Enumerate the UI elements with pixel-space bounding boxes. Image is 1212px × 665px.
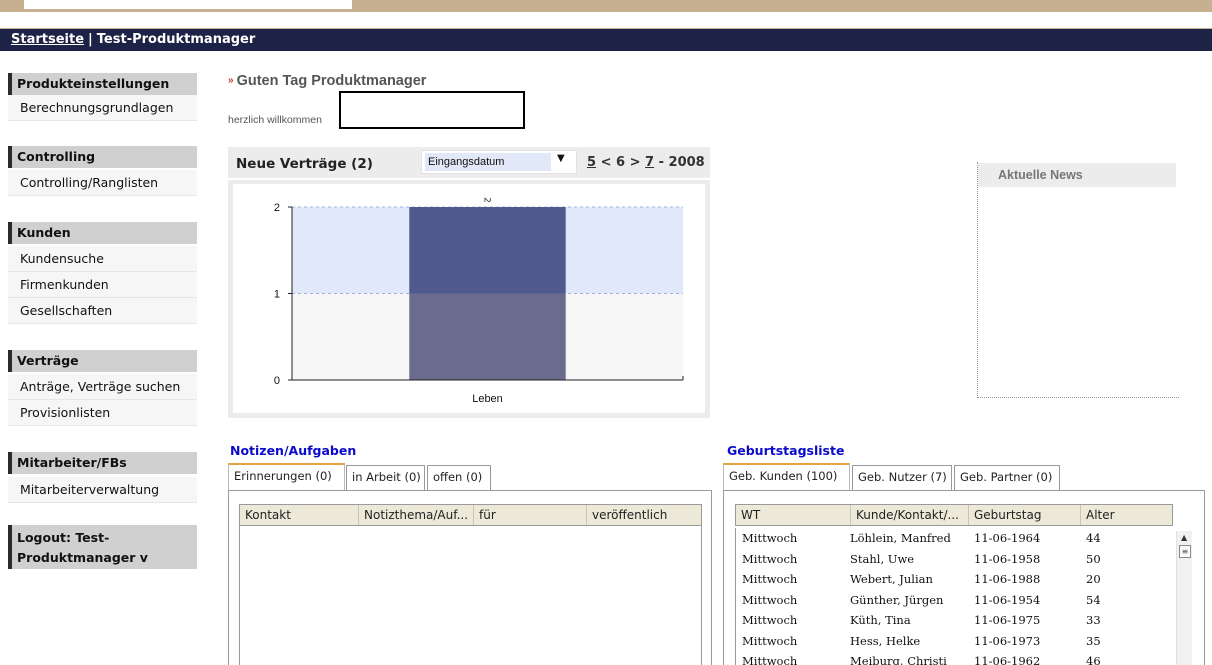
sidebar-group-controlling[interactable]: Controlling (8, 146, 197, 168)
table-row[interactable]: Mittwoch Webert, Julian 11-06-1988 20 (736, 569, 1173, 590)
redacted-name-box (339, 91, 525, 129)
sidebar-item-controlling-ranglisten[interactable]: Controlling/Ranglisten (8, 170, 197, 196)
column-header-kontakt[interactable]: Kontakt (240, 505, 359, 525)
breadcrumb-current: Test-Produktmanager (96, 32, 256, 47)
sidebar-group-produkteinstellungen[interactable]: Produkteinstellungen (8, 73, 197, 95)
column-header-geburtstag[interactable]: Geburtstag (969, 505, 1081, 525)
sidebar-group-kunden[interactable]: Kunden (8, 222, 197, 244)
birthdays-title: Geburtstagsliste (727, 443, 845, 458)
news-panel (977, 162, 1179, 398)
table-row[interactable]: Mittwoch Küth, Tina 11-06-1975 33 (736, 610, 1173, 631)
bar (409, 207, 566, 294)
birthdays-table-header: WT Kunde/Kontakt/... Geburtstag Alter (735, 504, 1173, 526)
page-title: » Guten Tag Produktmanager (228, 73, 426, 89)
sidebar-item-mitarbeiterverwaltung[interactable]: Mitarbeiterverwaltung (8, 477, 197, 503)
top-tab-gap (24, 0, 352, 9)
table-row[interactable]: Mittwoch Günther, Jürgen 11-06-1954 54 (736, 590, 1173, 611)
sidebar-item-kundensuche[interactable]: Kundensuche (8, 246, 197, 272)
data-label: 2 (482, 197, 492, 203)
sidebar-group-vertraege[interactable]: Verträge (8, 350, 197, 372)
scroll-up-icon[interactable]: ▲ (1181, 533, 1187, 542)
sidebar-item-provisionlisten[interactable]: Provisionlisten (8, 400, 197, 426)
current-month: 6 (616, 155, 626, 170)
sidebar-item-gesellschaften[interactable]: Gesellschaften (8, 298, 197, 324)
year-label: - 2008 (658, 155, 705, 170)
logout-button[interactable]: Logout: Test- Produktmanager v (8, 525, 197, 569)
table-row[interactable]: Mittwoch Meiburg, Christi 11-06-1962 46 (736, 651, 1173, 665)
tab-erinnerungen[interactable]: Erinnerungen (0) (228, 463, 345, 490)
tab-geb-kunden[interactable]: Geb. Kunden (100) (723, 463, 850, 490)
notes-title: Notizen/Aufgaben (230, 443, 357, 458)
breadcrumb-separator: | (88, 32, 93, 47)
prev-arrow[interactable]: < (601, 155, 612, 170)
contracts-title: Neue Verträge (2) (236, 156, 373, 172)
tab-geb-partner[interactable]: Geb. Partner (0) (954, 465, 1060, 490)
table-row[interactable]: Mittwoch Löhlein, Manfred 11-06-1964 44 (736, 528, 1173, 549)
notes-table-header: Kontakt Notizthema/Auf... für veröffentl… (239, 504, 702, 526)
tab-geb-nutzer[interactable]: Geb. Nutzer (7) (852, 465, 952, 490)
logout-label-line2: Produktmanager v (17, 550, 148, 565)
chevron-down-icon[interactable]: ▼ (557, 153, 565, 164)
column-header-fuer[interactable]: für (474, 505, 587, 525)
logout-label-line1: Logout: Test- (17, 530, 110, 545)
welcome-text: herzlich willkommen (228, 114, 322, 126)
column-header-alter[interactable]: Alter (1081, 505, 1172, 525)
breadcrumb-home-link[interactable]: Startseite (11, 32, 84, 47)
column-header-wt[interactable]: WT (736, 505, 851, 525)
month-navigation: 5 < 6 > 7 - 2008 (587, 155, 705, 170)
next-arrow[interactable]: > (630, 155, 641, 170)
sidebar-item-vertraege-suchen[interactable]: Anträge, Verträge suchen (8, 374, 197, 400)
column-header-notizthema[interactable]: Notizthema/Auf... (359, 505, 474, 525)
header-spacer (0, 12, 1212, 29)
y-tick-label: 0 (274, 375, 280, 387)
breadcrumb: Startseite | Test-Produktmanager (0, 29, 1212, 51)
x-tick-label: Leben (472, 393, 503, 405)
y-tick-label: 1 (274, 289, 280, 301)
sidebar-item-berechnungsgrundlagen[interactable]: Berechnungsgrundlagen (8, 95, 197, 121)
sidebar-group-mitarbeiter[interactable]: Mitarbeiter/FBs (8, 452, 197, 474)
date-type-select-value[interactable]: Eingangsdatum (425, 153, 551, 171)
table-row[interactable]: Mittwoch Stahl, Uwe 11-06-1958 50 (736, 549, 1173, 570)
birthdays-table-body: Mittwoch Löhlein, Manfred 11-06-1964 44 … (735, 528, 1173, 665)
tab-in-arbeit[interactable]: in Arbeit (0) (346, 465, 425, 490)
column-header-kunde[interactable]: Kunde/Kontakt/... (851, 505, 969, 525)
sidebar-item-firmenkunden[interactable]: Firmenkunden (8, 272, 197, 298)
next-month-link[interactable]: 7 (645, 155, 654, 170)
bar-lower (409, 293, 566, 380)
greeting-text: Guten Tag Produktmanager (236, 73, 427, 89)
y-tick-label: 2 (274, 202, 280, 214)
scroll-thumb[interactable]: ≡ (1179, 545, 1191, 558)
column-header-veroeffentlich[interactable]: veröffentlich (587, 505, 701, 525)
bullet-icon: » (228, 75, 234, 86)
birthdays-scrollbar[interactable]: ▲ ≡ (1176, 531, 1192, 665)
table-row[interactable]: Mittwoch Hess, Helke 11-06-1973 35 (736, 631, 1173, 652)
notes-table-body (239, 526, 702, 665)
tab-offen[interactable]: offen (0) (427, 465, 491, 490)
news-title: Aktuelle News (978, 163, 1176, 187)
contracts-chart: 2 Leben 0 1 2 (274, 197, 684, 405)
prev-month-link[interactable]: 5 (587, 155, 596, 170)
